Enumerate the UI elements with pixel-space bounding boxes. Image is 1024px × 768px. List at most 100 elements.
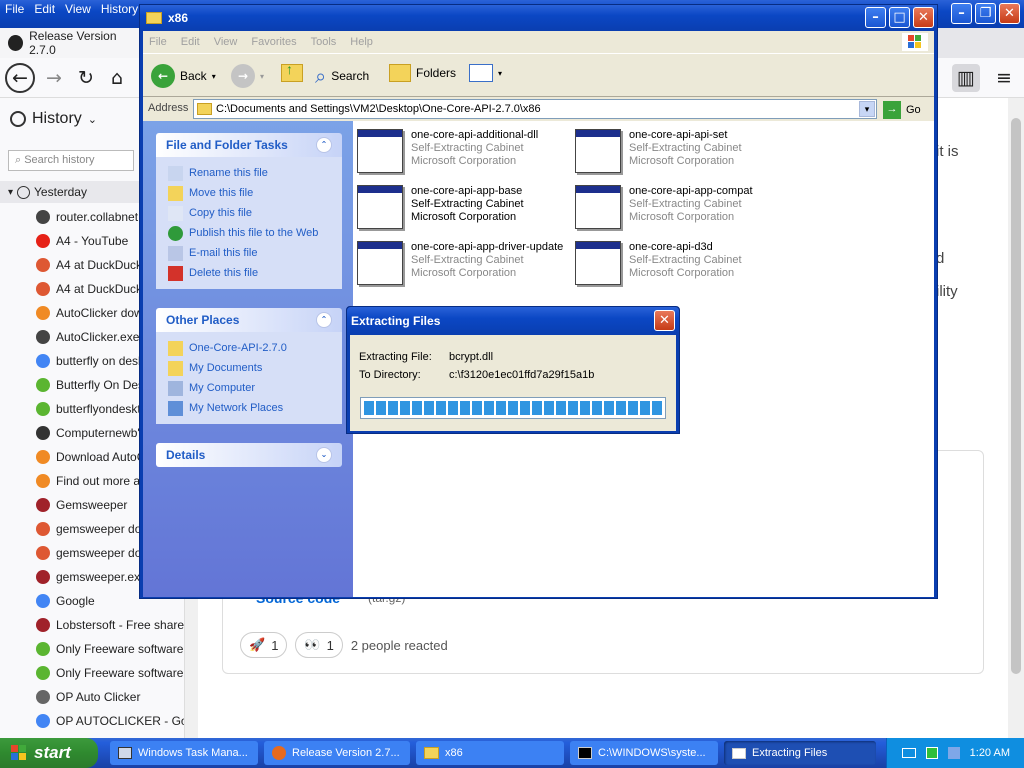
file-item-selected[interactable]: one-core-api-app-base Self-Extracting Ca…	[357, 181, 577, 233]
menu-file[interactable]: File	[149, 36, 167, 48]
close-button[interactable]: ✕	[913, 7, 934, 28]
address-label: Address	[148, 102, 189, 114]
home-button[interactable]: ⌂	[103, 64, 131, 92]
cmd-icon	[578, 747, 592, 759]
sidebar-title: History	[32, 110, 82, 127]
go-button[interactable]: → Go	[883, 101, 921, 119]
reaction-eyes[interactable]: 👀 1	[295, 632, 343, 658]
task-link[interactable]: E-mail this file	[168, 243, 342, 263]
history-item[interactable]: Lobstersoft - Free sharewa	[36, 613, 186, 637]
taskbar-label: Windows Task Mana...	[138, 747, 248, 759]
place-link[interactable]: My Network Places	[168, 398, 342, 418]
taskbar-button-cmd[interactable]: C:\WINDOWS\syste...	[570, 741, 718, 765]
search-history-input[interactable]: ⌕ Search history	[8, 150, 134, 171]
task-link[interactable]: Publish this file to the Web	[168, 223, 342, 243]
page-scrollbar-thumb[interactable]	[1011, 118, 1021, 674]
keyboard-icon[interactable]	[901, 748, 916, 758]
history-item[interactable]: Only Freeware software fo	[36, 661, 186, 685]
address-input[interactable]: C:\Documents and Settings\VM2\Desktop\On…	[193, 99, 877, 119]
collapse-icon[interactable]: ⌃	[316, 312, 332, 328]
explorer-titlebar: x86 – □ ✕	[140, 5, 937, 31]
forward-button[interactable]: →	[40, 64, 68, 92]
minimize-button[interactable]: –	[865, 7, 886, 28]
back-button[interactable]: ← Back ▾	[151, 64, 216, 88]
task-link[interactable]: Rename this file	[168, 163, 342, 183]
forward-button[interactable]: → ▾	[231, 64, 264, 88]
progress-segment	[424, 401, 434, 415]
menu-edit[interactable]: Edit	[181, 36, 200, 48]
history-item[interactable]: OP Auto Clicker	[36, 685, 186, 709]
details-panel: Details ⌄	[156, 443, 342, 467]
views-button[interactable]: ▾	[469, 64, 502, 82]
file-name: one-core-api-app-base	[411, 185, 523, 197]
taskbar-button-x86[interactable]: x86	[416, 741, 564, 765]
task-link[interactable]: Move this file	[168, 183, 342, 203]
favicon-icon	[36, 402, 50, 416]
back-button[interactable]: ←	[5, 63, 35, 93]
folders-button[interactable]: Folders	[389, 64, 456, 82]
panel-header[interactable]: File and Folder Tasks ⌃	[156, 133, 342, 157]
volume-icon[interactable]	[947, 747, 960, 759]
panel-header[interactable]: Details ⌄	[156, 443, 342, 467]
minimize-button[interactable]: –	[951, 3, 972, 24]
history-item[interactable]: OP AUTOCLICKER - Goo	[36, 709, 186, 733]
menu-edit[interactable]: Edit	[29, 0, 60, 18]
expand-icon[interactable]: ⌄	[316, 447, 332, 463]
file-item[interactable]: one-core-api-additional-dll Self-Extract…	[357, 125, 577, 177]
task-link[interactable]: Delete this file	[168, 263, 342, 283]
favicon-icon	[36, 450, 50, 464]
menu-help[interactable]: Help	[350, 36, 373, 48]
favicon-icon	[36, 354, 50, 368]
menu-favorites[interactable]: Favorites	[251, 36, 296, 48]
up-button[interactable]: ↑	[281, 61, 303, 82]
history-item[interactable]: Only Freeware software fo	[36, 637, 186, 661]
start-button[interactable]: start	[0, 738, 98, 768]
progress-segment	[436, 401, 446, 415]
address-dropdown-icon[interactable]: ▾	[859, 101, 875, 117]
progress-segment	[592, 401, 602, 415]
taskbar-button-firefox[interactable]: Release Version 2.7...	[264, 741, 410, 765]
taskbar-button-task-manager[interactable]: Windows Task Mana...	[110, 741, 258, 765]
file-item[interactable]: one-core-api-app-compat Self-Extracting …	[575, 181, 795, 233]
clock[interactable]: 1:20 AM	[970, 747, 1010, 759]
menu-tools[interactable]: Tools	[311, 36, 337, 48]
menu-history[interactable]: History	[96, 0, 143, 18]
network-icon[interactable]	[925, 747, 938, 759]
place-link[interactable]: One-Core-API-2.7.0	[168, 338, 342, 358]
file-item[interactable]: one-core-api-api-set Self-Extracting Cab…	[575, 125, 795, 177]
file-item[interactable]: one-core-api-d3d Self-Extracting Cabinet…	[575, 237, 795, 289]
task-link[interactable]: Copy this file	[168, 203, 342, 223]
menu-view[interactable]: View	[60, 0, 96, 18]
file-name: one-core-api-d3d	[629, 241, 713, 253]
file-type: Self-Extracting Cabinet	[629, 142, 742, 154]
restore-button[interactable]: ❐	[975, 3, 996, 24]
sidebar-header[interactable]: History ⌄	[10, 110, 97, 128]
reaction-rocket[interactable]: 🚀 1	[240, 632, 288, 658]
maximize-button[interactable]: □	[889, 7, 910, 28]
history-item-label: butterflyondeskto	[56, 402, 148, 416]
progress-segment	[580, 401, 590, 415]
panel-title: Other Places	[166, 313, 240, 327]
reaction-count: 1	[326, 637, 334, 653]
file-item[interactable]: one-core-api-app-driver-update Self-Extr…	[357, 237, 577, 289]
place-link[interactable]: My Documents	[168, 358, 342, 378]
github-icon	[8, 35, 24, 51]
reload-button[interactable]: ↻	[72, 64, 100, 92]
search-button[interactable]: ⌕ Search	[315, 64, 369, 88]
place-link[interactable]: My Computer	[168, 378, 342, 398]
other-places-panel: Other Places ⌃ One-Core-API-2.7.0 My Docu…	[156, 308, 342, 424]
close-button[interactable]: ✕	[999, 3, 1020, 24]
close-button[interactable]: ✕	[654, 310, 675, 331]
progress-bar	[360, 397, 666, 419]
menu-view[interactable]: View	[214, 36, 238, 48]
tab-release[interactable]: Release Version 2.7.0	[0, 28, 140, 58]
menu-file[interactable]: File	[0, 0, 29, 18]
menu-icon[interactable]: ≡	[990, 64, 1018, 92]
sidebar-toggle-icon[interactable]: ▥	[952, 64, 980, 92]
progress-segment	[412, 401, 422, 415]
panel-header[interactable]: Other Places ⌃	[156, 308, 342, 332]
history-item-label: Google	[56, 594, 95, 608]
collapse-icon[interactable]: ⌃	[316, 137, 332, 153]
taskbar-button-extracting[interactable]: Extracting Files	[724, 741, 876, 765]
extracting-file-row: Extracting File: bcrypt.dll	[359, 351, 493, 363]
